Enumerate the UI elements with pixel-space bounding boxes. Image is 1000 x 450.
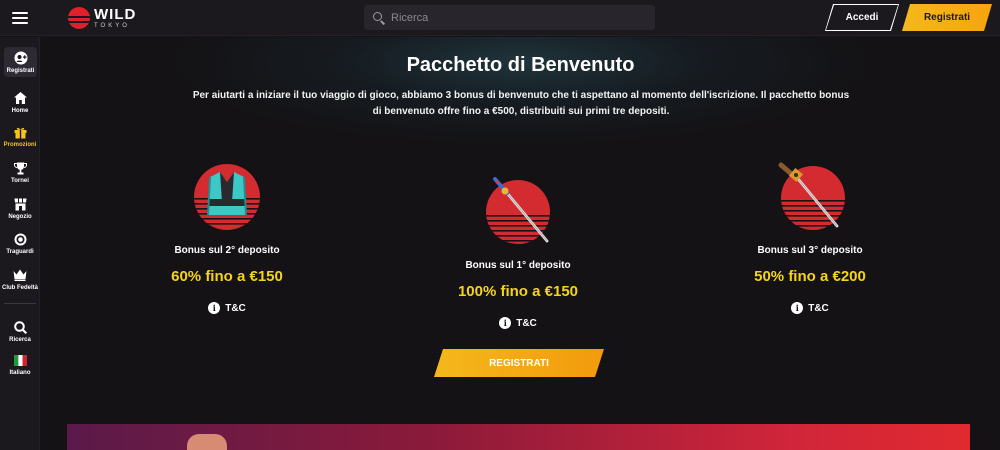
promo-banner[interactable] bbox=[67, 424, 970, 450]
bonus-card-second-deposit: Bonus sul 2° deposito 60% fino a €150 i … bbox=[117, 162, 337, 314]
search-input[interactable] bbox=[391, 11, 631, 24]
sidebar-item-label: Club Fedeltà bbox=[1, 285, 38, 291]
sidebar-item-label: Traguardi bbox=[6, 249, 34, 255]
sidebar-item-label: Negozio bbox=[8, 214, 32, 220]
italy-flag-icon bbox=[13, 353, 27, 367]
sidebar-item-label: Registrati bbox=[6, 68, 35, 74]
page-subtitle: Per aiutarti a iniziare il tuo viaggio d… bbox=[192, 90, 850, 117]
bonus-card-third-deposit: Bonus sul 3° deposito 50% fino a €200 i … bbox=[700, 162, 920, 314]
target-icon bbox=[13, 232, 27, 246]
sidebar-item-search[interactable]: Ricerca bbox=[0, 320, 40, 343]
sidebar-item-tournaments[interactable]: Tornei bbox=[0, 161, 40, 184]
terms-label: T&C bbox=[516, 317, 537, 329]
login-button[interactable]: Accedi bbox=[825, 4, 899, 31]
sidebar-item-label: Promozioni bbox=[3, 142, 37, 148]
terms-link[interactable]: i T&C bbox=[791, 302, 829, 314]
banner-character-image bbox=[187, 434, 227, 450]
register-button[interactable]: Registrati bbox=[902, 4, 992, 31]
card-value: 100% fino a €150 bbox=[457, 283, 579, 300]
main-content: Pacchetto di Benvenuto Per aiutarti a in… bbox=[41, 37, 1000, 450]
sidebar-item-label: Italiano bbox=[9, 370, 31, 376]
home-icon bbox=[13, 91, 27, 105]
logo-tokyo-text: TOKYO bbox=[94, 23, 130, 29]
sword-icon bbox=[775, 162, 845, 232]
info-icon: i bbox=[499, 317, 512, 329]
top-bar: WILD TOKYO Accedi Registrati bbox=[0, 0, 1000, 36]
sidebar-item-loyalty-club[interactable]: Club Fedeltà bbox=[0, 268, 40, 291]
terms-label: T&C bbox=[808, 302, 829, 314]
search-icon bbox=[13, 320, 27, 334]
sidebar-item-shop[interactable]: Negozio bbox=[0, 197, 40, 220]
vest-icon bbox=[192, 162, 262, 232]
gift-icon bbox=[13, 125, 27, 139]
sidebar: Registrati Home Promozioni Tornei Negozi… bbox=[0, 37, 40, 450]
search-icon bbox=[373, 11, 385, 24]
sidebar-item-home[interactable]: Home bbox=[0, 91, 40, 114]
sidebar-item-label: Ricerca bbox=[9, 337, 31, 343]
info-icon: i bbox=[208, 302, 221, 314]
terms-link[interactable]: i T&C bbox=[208, 302, 246, 314]
logo-wild-text: WILD bbox=[94, 6, 137, 23]
sidebar-item-promotions[interactable]: Promozioni bbox=[0, 125, 40, 148]
terms-label: T&C bbox=[225, 302, 246, 314]
bonus-card-first-deposit: Bonus sul 1° deposito 100% fino a €150 i… bbox=[408, 177, 628, 329]
sidebar-item-label: Home bbox=[11, 108, 29, 114]
search-bar[interactable] bbox=[364, 5, 655, 30]
logo-mark-icon bbox=[68, 7, 90, 29]
sidebar-item-language[interactable]: Italiano bbox=[0, 353, 40, 376]
card-title: Bonus sul 3° deposito bbox=[757, 245, 863, 256]
info-icon: i bbox=[791, 302, 804, 314]
shop-icon bbox=[13, 197, 27, 211]
register-cta-button[interactable]: REGISTRATI bbox=[434, 349, 604, 377]
login-button-label: Accedi bbox=[826, 5, 898, 30]
sidebar-divider bbox=[4, 303, 36, 304]
card-value: 60% fino a €150 bbox=[171, 268, 283, 285]
terms-link[interactable]: i T&C bbox=[499, 317, 537, 329]
menu-icon[interactable] bbox=[12, 12, 28, 24]
sidebar-item-label: Tornei bbox=[11, 178, 29, 184]
page-title: Pacchetto di Benvenuto bbox=[406, 54, 635, 76]
sidebar-item-register[interactable]: Registrati bbox=[4, 47, 37, 77]
card-title: Bonus sul 2° deposito bbox=[174, 245, 280, 256]
logo[interactable]: WILD TOKYO bbox=[68, 6, 136, 30]
card-title: Bonus sul 1° deposito bbox=[465, 260, 571, 271]
katana-icon bbox=[483, 177, 553, 247]
card-value: 50% fino a €200 bbox=[754, 268, 866, 285]
trophy-icon bbox=[13, 161, 27, 175]
user-add-icon bbox=[14, 51, 28, 65]
crown-icon bbox=[13, 268, 27, 282]
sidebar-item-achievements[interactable]: Traguardi bbox=[0, 232, 40, 255]
